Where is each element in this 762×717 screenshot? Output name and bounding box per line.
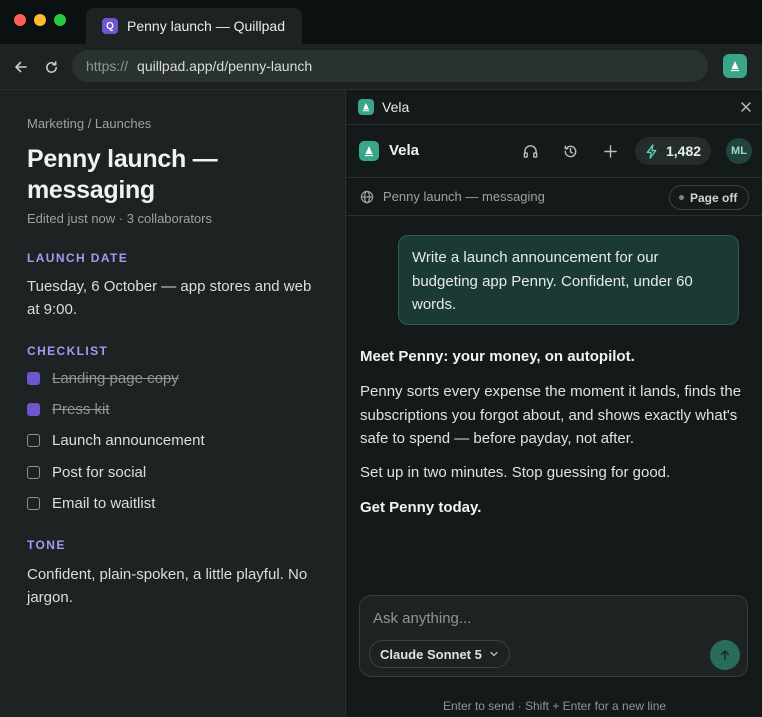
bolt-icon <box>646 143 657 159</box>
status-dot <box>679 195 684 200</box>
globe-icon <box>360 190 374 204</box>
url-scheme: https:// <box>86 58 129 74</box>
reload-button[interactable] <box>40 56 62 78</box>
credits-count: 1,482 <box>666 143 702 159</box>
address-bar[interactable]: https:// quillpad.app/d/penny-launch <box>72 50 708 82</box>
checklist-item-label: Email to waitlist <box>52 495 156 512</box>
browser-toolbar: https:// quillpad.app/d/penny-launch <box>0 44 762 90</box>
arrow-up-icon <box>720 650 730 660</box>
tone-text: Confident, plain-spoken, a little playfu… <box>27 566 308 606</box>
page-toggle-label: Page off <box>690 190 738 205</box>
assistant-panel: Vela Vela 1,482 ML Penny launch — messag… <box>345 90 762 717</box>
composer: Claude Sonnet 5 <box>359 595 748 677</box>
checklist-item-label: Post for social <box>52 464 147 481</box>
send-button[interactable] <box>710 640 740 670</box>
assistant-header: Vela 1,482 ML <box>346 124 762 178</box>
sailboat-icon <box>731 61 739 72</box>
checklist-item-label: Press kit <box>52 401 110 418</box>
headphones-icon <box>523 144 537 158</box>
page-context-bar: Penny launch — messaging Page off <box>346 178 762 216</box>
page-context-toggle[interactable]: Page off <box>669 185 749 210</box>
history-icon <box>564 145 576 157</box>
maximize-window-button[interactable] <box>54 14 66 26</box>
close-window-button[interactable] <box>14 14 26 26</box>
checkbox-unchecked[interactable] <box>27 497 40 510</box>
checkbox-unchecked[interactable] <box>27 434 40 447</box>
quillpad-favicon-icon: Q <box>102 18 118 34</box>
vela-extension-button[interactable] <box>723 54 747 78</box>
checkbox-checked[interactable] <box>27 372 40 385</box>
history-button[interactable] <box>560 141 580 161</box>
browser-tab[interactable]: Q Penny launch — Quillpad <box>86 8 302 44</box>
close-icon <box>741 102 751 112</box>
avatar[interactable]: ML <box>726 138 752 164</box>
launch-date-text: Tuesday, 6 October — app stores and web … <box>27 278 312 318</box>
minimize-window-button[interactable] <box>34 14 46 26</box>
model-name: Claude Sonnet 5 <box>380 646 482 662</box>
back-arrow-icon <box>15 61 27 73</box>
user-message: Write a launch announcement for our budg… <box>398 235 739 325</box>
chevron-down-icon <box>490 651 498 657</box>
voice-button[interactable] <box>520 141 540 161</box>
tab-title: Penny launch — Quillpad <box>127 18 285 34</box>
document-meta: Edited just now · 3 collaborators <box>27 211 212 226</box>
tone-heading: TONE <box>27 538 66 552</box>
vela-logo-icon <box>358 99 374 115</box>
checklist-item-label: Launch announcement <box>52 432 205 449</box>
response-paragraph: Penny sorts every expense the moment it … <box>360 383 742 447</box>
plus-icon <box>603 144 617 158</box>
checklist-item[interactable]: Launch announcement <box>27 432 205 449</box>
title-bar: Q Penny launch — Quillpad <box>0 0 762 44</box>
response-cta: Get Penny today. <box>360 499 482 516</box>
checklist-item-label: Landing page copy <box>52 370 179 387</box>
response-headline: Meet Penny: your money, on autopilot. <box>360 348 635 365</box>
message-input[interactable] <box>373 610 733 627</box>
reload-icon <box>45 60 57 73</box>
panel-title: Vela <box>382 99 410 115</box>
checkbox-checked[interactable] <box>27 403 40 416</box>
new-chat-button[interactable] <box>600 141 620 161</box>
url-host: quillpad.app/d/penny-launch <box>137 58 313 74</box>
model-selector[interactable]: Claude Sonnet 5 <box>369 640 510 668</box>
back-button[interactable] <box>10 56 32 78</box>
close-panel-button[interactable] <box>739 100 753 114</box>
launch-date-heading: LAUNCH DATE <box>27 251 129 265</box>
checklist-item[interactable]: Landing page copy <box>27 370 179 387</box>
panel-titlebar: Vela <box>346 90 762 124</box>
credits-badge[interactable]: 1,482 <box>635 137 711 165</box>
checklist-heading: CHECKLIST <box>27 344 109 358</box>
checklist-item[interactable]: Press kit <box>27 401 110 418</box>
response-paragraph: Set up in two minutes. Stop guessing for… <box>360 464 671 481</box>
page-context-title: Penny launch — messaging <box>383 189 545 204</box>
keyboard-hint: Enter to send · Shift + Enter for a new … <box>442 699 667 713</box>
checkbox-unchecked[interactable] <box>27 466 40 479</box>
checklist-item[interactable]: Email to waitlist <box>27 495 155 512</box>
checklist-item[interactable]: Post for social <box>27 464 146 481</box>
breadcrumb[interactable]: Marketing / Launches <box>27 116 151 131</box>
vela-logo-icon <box>359 141 379 161</box>
assistant-name: Vela <box>389 142 420 159</box>
page-title: Penny launch — messaging <box>27 145 218 204</box>
document-pane: Marketing / Launches Penny launch — mess… <box>0 90 345 717</box>
